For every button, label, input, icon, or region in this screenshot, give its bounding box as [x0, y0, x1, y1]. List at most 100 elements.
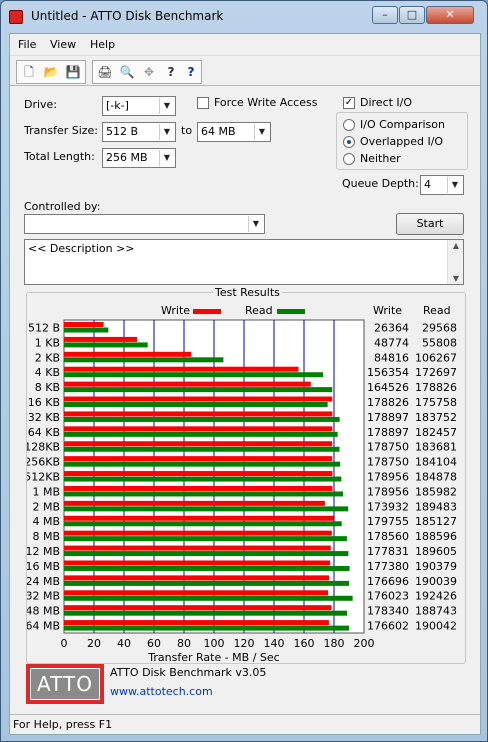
queue-depth-select[interactable]: 4 ▼ — [420, 175, 464, 195]
read-bar — [64, 506, 349, 512]
queue-depth-label: Queue Depth: — [342, 177, 419, 190]
direct-io-label: Direct I/O — [360, 96, 413, 109]
drive-select[interactable]: [-k-] ▼ — [102, 96, 176, 116]
menu-help[interactable]: Help — [90, 38, 115, 51]
category-label: 64 MB — [27, 620, 60, 633]
chevron-down-icon: ▼ — [159, 124, 174, 140]
read-bar — [64, 461, 341, 467]
menu-view[interactable]: View — [50, 38, 76, 51]
read-value: 55808 — [422, 336, 457, 349]
overlapped-io-radio[interactable] — [343, 136, 355, 148]
read-bar — [64, 551, 349, 557]
maximize-button[interactable]: □ — [399, 6, 425, 24]
write-bar — [64, 396, 333, 402]
write-value: 178750 — [367, 441, 409, 454]
read-value: 182457 — [415, 426, 457, 439]
write-bar — [64, 575, 330, 581]
category-label: 16 KB — [28, 396, 60, 409]
read-bar — [64, 536, 347, 542]
write-value: 178897 — [367, 426, 409, 439]
client-area: File View Help 🗋 📂 💾 🖨 🔍 ✥ ? ? Drive: [-… — [9, 33, 481, 735]
chevron-down-icon: ▼ — [159, 150, 174, 166]
save-icon[interactable]: 💾 — [63, 63, 83, 82]
read-bar — [64, 491, 343, 497]
read-value: 190042 — [415, 620, 457, 633]
new-file-icon[interactable]: 🗋 — [19, 63, 39, 82]
write-value: 179755 — [367, 515, 409, 528]
read-bar — [64, 402, 328, 408]
menu-file[interactable]: File — [18, 38, 36, 51]
app-icon — [9, 10, 23, 24]
write-bar — [64, 560, 331, 566]
write-value: 178897 — [367, 411, 409, 424]
app-window: Untitled - ATTO Disk Benchmark – □ ✕ Fil… — [0, 0, 488, 742]
neither-radio[interactable] — [343, 153, 355, 165]
category-label: 64 KB — [28, 426, 60, 439]
read-value: 192426 — [415, 590, 457, 603]
transfer-from-select[interactable]: 512 B ▼ — [102, 122, 176, 142]
open-folder-icon[interactable]: 📂 — [41, 63, 61, 82]
total-length-label: Total Length: — [24, 150, 95, 163]
category-label: 2 KB — [35, 351, 60, 364]
write-bar — [64, 351, 192, 357]
read-value: 189605 — [415, 545, 457, 558]
write-bar — [64, 545, 331, 551]
print-icon[interactable]: 🖨 — [95, 63, 115, 82]
transfer-to-select[interactable]: 64 MB ▼ — [197, 122, 271, 142]
queue-depth-value: 4 — [424, 178, 431, 191]
read-value: 178826 — [415, 381, 457, 394]
write-value: 48774 — [374, 336, 409, 349]
write-bar — [64, 500, 325, 506]
category-label: 8 MB — [32, 530, 60, 543]
write-value: 164526 — [367, 381, 409, 394]
title-bar[interactable]: Untitled - ATTO Disk Benchmark – □ ✕ — [1, 1, 487, 31]
minimize-button[interactable]: – — [372, 6, 398, 24]
menu-bar: File View Help — [10, 34, 480, 56]
read-value: 183681 — [415, 441, 457, 454]
scroll-down-icon[interactable]: ▼ — [448, 274, 464, 283]
transfer-from-value: 512 B — [106, 125, 139, 138]
x-tick-label: 100 — [204, 637, 225, 650]
context-help-icon[interactable]: ? — [181, 63, 201, 82]
description-field[interactable]: << Description >> ▲ ▼ — [24, 239, 464, 285]
toolbar-file-group: 🗋 📂 💾 — [16, 60, 86, 84]
start-button[interactable]: Start — [396, 213, 464, 235]
x-tick-label: 200 — [354, 637, 375, 650]
controlled-by-select[interactable]: ▼ — [24, 214, 265, 234]
website-link[interactable]: www.attotech.com — [110, 685, 213, 698]
read-value: 184104 — [415, 456, 457, 469]
x-tick-label: 60 — [147, 637, 161, 650]
write-value: 173932 — [367, 500, 409, 513]
neither-label: Neither — [360, 152, 401, 165]
help-icon[interactable]: ? — [161, 63, 181, 82]
write-bar — [64, 530, 332, 536]
total-length-select[interactable]: 256 MB ▼ — [102, 148, 176, 168]
write-bar — [64, 441, 333, 447]
scroll-up-icon[interactable]: ▲ — [448, 241, 464, 250]
write-bar — [64, 366, 299, 372]
read-bar — [64, 565, 350, 571]
io-comparison-radio[interactable] — [343, 119, 355, 131]
force-write-checkbox[interactable] — [197, 97, 209, 109]
write-bar — [64, 605, 332, 611]
read-bar — [64, 416, 340, 422]
write-value: 178826 — [367, 396, 409, 409]
read-bar — [64, 625, 350, 631]
category-label: 4 KB — [35, 366, 60, 379]
print-preview-icon[interactable]: 🔍 — [117, 63, 137, 82]
description-scrollbar[interactable]: ▲ ▼ — [447, 240, 463, 284]
read-value: 190379 — [415, 560, 457, 573]
write-value: 178956 — [367, 471, 409, 484]
read-bar — [64, 446, 340, 452]
read-value: 175758 — [415, 396, 457, 409]
write-value: 177380 — [367, 560, 409, 573]
close-button[interactable]: ✕ — [426, 6, 474, 24]
x-tick-label: 160 — [294, 637, 315, 650]
category-label: 1 KB — [35, 336, 60, 349]
move-icon[interactable]: ✥ — [139, 63, 159, 82]
direct-io-checkbox[interactable]: ✓ — [343, 97, 355, 109]
read-value: 190039 — [415, 575, 457, 588]
category-label: 256KB — [27, 456, 60, 469]
write-bar — [64, 336, 138, 342]
read-value: 189483 — [415, 500, 457, 513]
